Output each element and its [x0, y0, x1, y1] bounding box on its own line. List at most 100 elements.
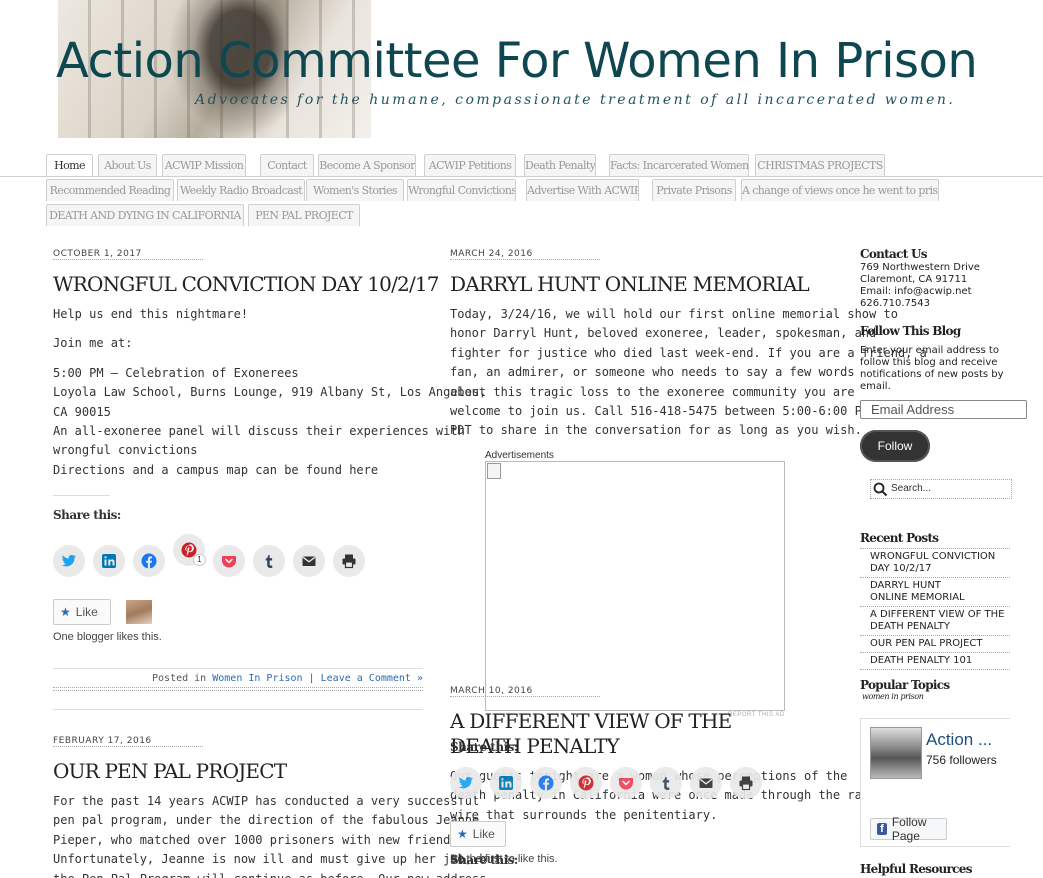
share-print-button[interactable]: [333, 545, 365, 577]
nav-tab-death-and-dying-in-california[interactable]: DEATH AND DYING IN CALIFORNIA: [46, 204, 244, 226]
contact-line: 626.710.7543: [860, 298, 930, 309]
share-twitter-button[interactable]: [53, 545, 85, 577]
like-label: Like: [75, 605, 98, 619]
nav-tab-death-penalty[interactable]: Death Penalty: [524, 154, 596, 176]
post-line: honor Darryl Hunt, beloved exoneree, lea…: [450, 326, 877, 341]
category-link[interactable]: Women In Prison: [212, 673, 302, 684]
post-title[interactable]: DARRYL HUNT ONLINE MEMORIAL: [450, 272, 810, 296]
nav-tab-acwip-mission[interactable]: ACWIP Mission: [162, 154, 246, 176]
nav-tab-facts-incarcerated-women[interactable]: Facts: Incarcerated Women: [609, 154, 749, 176]
follow-line: follow this blog and receive: [860, 357, 998, 368]
post-line: about this tragic loss to the exoneree c…: [450, 384, 855, 399]
share-twitter-button[interactable]: [450, 767, 482, 799]
post-separator: [53, 709, 423, 710]
share-tumblr-button[interactable]: [253, 545, 285, 577]
nav-tab-advertise-with-acwip[interactable]: Advertise With ACWIP: [526, 179, 639, 201]
search-icon[interactable]: [873, 482, 888, 497]
facebook-widget: Action ... 756 followers f Follow Page: [860, 718, 1010, 847]
share-divider: [53, 495, 110, 496]
pocket-icon: [222, 556, 236, 568]
post-date: FEBRUARY 17, 2016: [53, 736, 152, 746]
twitter-icon: [458, 776, 473, 789]
nav-tab-private-prisons[interactable]: Private Prisons: [652, 179, 736, 201]
recent-post-line: A DIFFERENT VIEW OF THE: [870, 609, 1005, 620]
facebook-icon: [141, 553, 157, 569]
like-button[interactable]: ★ Like: [450, 821, 506, 847]
report-ad-link[interactable]: REPORT THIS AD: [728, 712, 785, 718]
recent-post-link[interactable]: DEATH PENALTY 101: [860, 653, 1010, 670]
post-line: wire that surrounds the penitentiary.: [450, 807, 718, 822]
post-title-line: A DIFFERENT VIEW OF THE: [450, 709, 732, 733]
nav-tab-wrongful-convictions[interactable]: Wrongful Convictions: [407, 179, 516, 201]
avatar[interactable]: [126, 600, 152, 624]
email-field[interactable]: Email Address: [860, 400, 1027, 419]
contact-line: 769 Northwestern Drive: [860, 262, 980, 273]
post-date: OCTOBER 1, 2017: [53, 249, 142, 259]
post-line: Loyola Law School, Burns Lounge, 919 Alb…: [53, 385, 487, 400]
print-icon: [342, 554, 356, 569]
share-tumblr-button[interactable]: [650, 767, 682, 799]
post-body: Help us end this nightmare! Join me at: …: [53, 305, 486, 480]
nav-tab-a-change-of-views-once-he-went-to-prison[interactable]: A change of views once he went to prison: [741, 179, 939, 201]
ad-label: Advertisements: [485, 450, 554, 461]
share-pocket-button[interactable]: [213, 545, 245, 577]
facebook-page-image[interactable]: [870, 727, 922, 779]
recent-post-line: ONLINE MEMORIAL: [870, 592, 965, 603]
ad-frame[interactable]: [485, 461, 785, 711]
share-linkedin-button[interactable]: [490, 767, 522, 799]
comment-link[interactable]: Leave a Comment »: [321, 673, 423, 684]
post-line: Pieper, who matched over 1000 prisoners …: [53, 832, 465, 847]
share-linkedin-button[interactable]: [93, 545, 125, 577]
share-pocket-button[interactable]: [610, 767, 642, 799]
share-facebook-button[interactable]: [530, 767, 562, 799]
nav-tab-pen-pal-project[interactable]: PEN PAL PROJECT: [248, 204, 360, 226]
nav-tab-christmas-projects[interactable]: CHRISTMAS PROJECTS: [755, 154, 885, 176]
nav-tab-contact[interactable]: Contact: [260, 154, 314, 176]
nav-tab-weekly-radio-broadcast[interactable]: Weekly Radio Broadcast: [177, 179, 305, 201]
follow-line: Enter your email address to: [860, 345, 999, 356]
star-icon: ★: [60, 605, 71, 619]
recent-post-link[interactable]: A DIFFERENT VIEW OF THE DEATH PENALTY: [860, 607, 1010, 636]
facebook-follow-button[interactable]: f Follow Page: [870, 815, 947, 843]
nav-tab-home[interactable]: Home: [46, 154, 93, 176]
post-line: Unfortunately, Jeanne is now ill and mus…: [53, 852, 501, 867]
nav-tab-become-a-sponsor[interactable]: Become A Sponsor: [318, 154, 416, 176]
post-title[interactable]: WRONGFUL CONVICTION DAY 10/2/17: [53, 272, 440, 296]
recent-post-link[interactable]: OUR PEN PAL PROJECT: [860, 636, 1010, 653]
post-title[interactable]: OUR PEN PAL PROJECT: [53, 759, 287, 783]
post-line: Help us end this nightmare!: [53, 307, 249, 321]
post-meta-top-rule: [53, 668, 423, 669]
facebook-followers: 756 followers: [926, 753, 997, 767]
post-line: fighter for justice who died last week-e…: [450, 345, 927, 360]
post-line: CA 90015: [53, 404, 111, 419]
share-facebook-button[interactable]: [133, 545, 165, 577]
search-input[interactable]: Search...: [870, 479, 1012, 499]
share-print-button[interactable]: [730, 767, 762, 799]
nav-tab-recommended-reading[interactable]: Recommended Reading: [46, 179, 174, 201]
share-pinterest-button[interactable]: [570, 767, 602, 799]
nav-tab-women-s-stories[interactable]: Women's Stories: [306, 179, 404, 201]
popular-topics-heading: Popular Topics: [860, 678, 950, 692]
print-icon: [739, 776, 753, 791]
nav-tab-about-us[interactable]: About Us: [98, 154, 157, 176]
share-email-button[interactable]: [690, 767, 722, 799]
recent-post-link[interactable]: DARRYL HUNT ONLINE MEMORIAL: [860, 578, 1010, 607]
date-divider: [53, 746, 203, 747]
share-heading: Share this:: [53, 508, 121, 522]
recent-post-link[interactable]: WRONGFUL CONVICTION DAY 10/2/17: [860, 549, 1010, 578]
post-line: Join me at:: [53, 336, 133, 351]
facebook-page-name[interactable]: Action ...: [926, 730, 992, 750]
helpful-resources-heading: Helpful Resources: [860, 862, 972, 876]
nav-tab-acwip-petitions[interactable]: ACWIP Petitions: [424, 154, 516, 176]
post-line: For the past 14 years ACWIP has conducte…: [53, 794, 480, 808]
directions-link[interactable]: Directions and a campus map can be found…: [53, 461, 486, 480]
recent-post-line: WRONGFUL CONVICTION: [870, 551, 996, 562]
follow-button[interactable]: Follow: [860, 430, 930, 462]
topic-link[interactable]: women in prison: [862, 692, 924, 701]
site-title[interactable]: Action Committee For Women In Prison: [56, 33, 978, 89]
post-date: MARCH 24, 2016: [450, 249, 533, 259]
post-line: pen pal program, under the direction of …: [53, 813, 480, 828]
like-button[interactable]: ★ Like: [53, 599, 111, 625]
share-email-button[interactable]: [293, 545, 325, 577]
share-heading: Share this:: [450, 853, 518, 867]
